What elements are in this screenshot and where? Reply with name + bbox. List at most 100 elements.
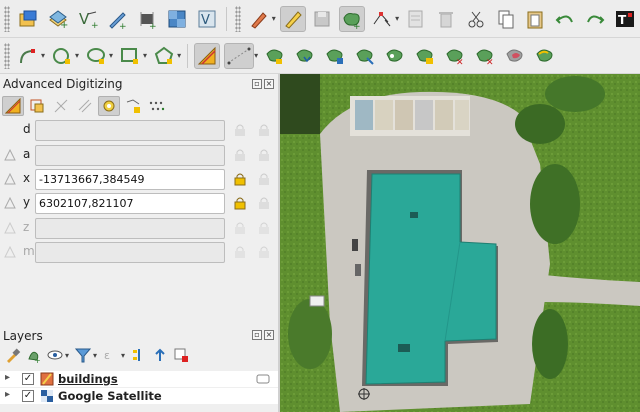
toolbar-separator (187, 43, 189, 68)
delta-icon[interactable] (4, 196, 16, 212)
new-layer-icon[interactable]: + (45, 6, 71, 32)
lock-icon[interactable] (233, 196, 247, 213)
relative-lock-icon (257, 245, 271, 262)
delta-icon[interactable] (4, 172, 16, 188)
map-canvas[interactable] (280, 74, 640, 412)
snapping-line-icon[interactable] (224, 42, 255, 69)
rectangle-tool-icon[interactable] (117, 43, 143, 69)
vector-check-icon[interactable]: V (194, 6, 220, 32)
style-brush-icon[interactable] (4, 346, 22, 364)
lock-icon[interactable] (233, 172, 247, 189)
expand-all-icon[interactable] (130, 346, 148, 364)
perpendicular-icon[interactable] (50, 96, 72, 116)
raster-calculator-icon[interactable] (164, 6, 190, 32)
close-icon[interactable]: × (264, 330, 274, 340)
relative-lock-icon[interactable] (257, 123, 271, 140)
chevron-down-icon[interactable]: ▾ (254, 51, 258, 60)
add-polygon-icon[interactable]: + (339, 5, 366, 32)
relative-lock-icon[interactable] (257, 148, 271, 165)
vertex-tool-icon[interactable] (369, 6, 395, 32)
add-group-icon[interactable]: + (25, 346, 43, 364)
float-panel-icon[interactable]: ▫ (252, 330, 262, 340)
text-annotation-icon[interactable]: T (612, 6, 638, 32)
cut-features-icon[interactable] (463, 6, 489, 32)
visibility-eye-icon[interactable] (46, 346, 64, 364)
float-panel-icon[interactable]: ▫ (252, 79, 262, 89)
node-tool-icon[interactable] (15, 43, 41, 69)
chevron-down-icon[interactable]: ▾ (143, 51, 147, 60)
chevron-down-icon[interactable]: ▾ (41, 51, 45, 60)
snap-to-features-icon[interactable] (122, 96, 144, 116)
edit-pencil-icon[interactable] (246, 6, 272, 32)
layer-row-buildings[interactable]: ▸ ✓ buildings (0, 371, 278, 387)
delete-part-icon[interactable] (532, 43, 558, 69)
chevron-down-icon[interactable]: ▾ (395, 14, 399, 23)
redo-icon[interactable] (582, 6, 608, 32)
attribute-table-icon[interactable] (403, 6, 429, 32)
field-row-y: y 6302107,821107 (0, 192, 278, 214)
move-tool-icon[interactable] (83, 43, 109, 69)
tree-expander-icon[interactable]: ▸ (5, 372, 10, 383)
remove-layer-icon[interactable] (172, 346, 190, 364)
vehicle (309, 295, 325, 307)
tree-expander-icon[interactable]: ▸ (5, 389, 10, 400)
save-edits-icon[interactable] (310, 6, 336, 32)
fill-ring-icon[interactable]: ✕ (472, 43, 498, 69)
svg-text:ε: ε (104, 349, 110, 362)
toggle-editing-icon[interactable] (279, 5, 306, 32)
new-vector-layer-icon[interactable]: V + (75, 6, 101, 32)
circle-tool-icon[interactable] (49, 43, 75, 69)
layer-row-google-satellite[interactable]: ▸ ✓ Google Satellite (0, 388, 278, 404)
chevron-down-icon[interactable]: ▾ (272, 14, 276, 23)
lock-icon[interactable] (233, 148, 247, 165)
open-project-icon[interactable] (15, 6, 41, 32)
parallel-icon[interactable] (74, 96, 96, 116)
enable-advanced-digitizing-icon[interactable] (2, 96, 24, 116)
angle-input[interactable] (35, 145, 225, 166)
construction-mode-icon[interactable] (26, 96, 48, 116)
x-coordinate-input[interactable]: -13713667,384549 (35, 169, 225, 190)
toolbar-grip[interactable] (4, 5, 10, 32)
settings-gear-icon[interactable] (98, 96, 120, 116)
chevron-down-icon[interactable]: ▾ (65, 351, 69, 360)
split-features-icon[interactable] (322, 43, 348, 69)
undo-icon[interactable] (552, 6, 578, 32)
polygon-layer-icon (40, 372, 54, 389)
relative-lock-icon[interactable] (257, 196, 271, 213)
paste-features-icon[interactable] (523, 6, 549, 32)
layer-visibility-checkbox[interactable]: ✓ (22, 373, 34, 385)
svg-text:+: + (60, 20, 68, 30)
rotate-tool-icon[interactable] (151, 43, 177, 69)
tree-cluster (515, 104, 565, 144)
close-icon[interactable]: × (264, 79, 274, 89)
merge-features-icon[interactable] (382, 43, 408, 69)
distance-input[interactable] (35, 120, 225, 141)
advanced-digitizing-icon[interactable] (194, 42, 221, 69)
hardware-chip-icon[interactable]: + (134, 6, 160, 32)
relative-lock-icon[interactable] (257, 172, 271, 189)
lock-icon[interactable] (233, 123, 247, 140)
filter-icon[interactable] (74, 346, 92, 364)
digitize-pen-icon[interactable]: + (105, 6, 131, 32)
delete-ring-icon[interactable] (502, 43, 528, 69)
y-coordinate-input[interactable]: 6302107,821107 (35, 193, 225, 214)
toolbar-grip[interactable] (234, 5, 241, 32)
rotate-point-icon[interactable]: ✕ (442, 43, 468, 69)
chevron-down-icon[interactable]: ▾ (109, 51, 113, 60)
reshape-features-icon[interactable] (262, 43, 288, 69)
merge-attributes-icon[interactable] (412, 43, 438, 69)
toolbar-grip[interactable] (4, 42, 10, 69)
chevron-down-icon[interactable]: ▾ (75, 51, 79, 60)
advanced-digitizing-tools (0, 96, 168, 116)
vehicle (352, 239, 358, 251)
chevron-down-icon[interactable]: ▾ (177, 51, 181, 60)
floater-dots-icon[interactable] (146, 96, 168, 116)
split-parts-icon[interactable] (352, 43, 378, 69)
delta-icon[interactable] (4, 148, 16, 164)
layer-visibility-checkbox[interactable]: ✓ (22, 390, 34, 402)
chevron-down-icon[interactable]: ▾ (93, 351, 97, 360)
offset-curve-icon[interactable] (292, 43, 318, 69)
copy-features-icon[interactable] (493, 6, 519, 32)
collapse-all-icon[interactable] (151, 346, 169, 364)
delete-icon[interactable] (433, 6, 459, 32)
